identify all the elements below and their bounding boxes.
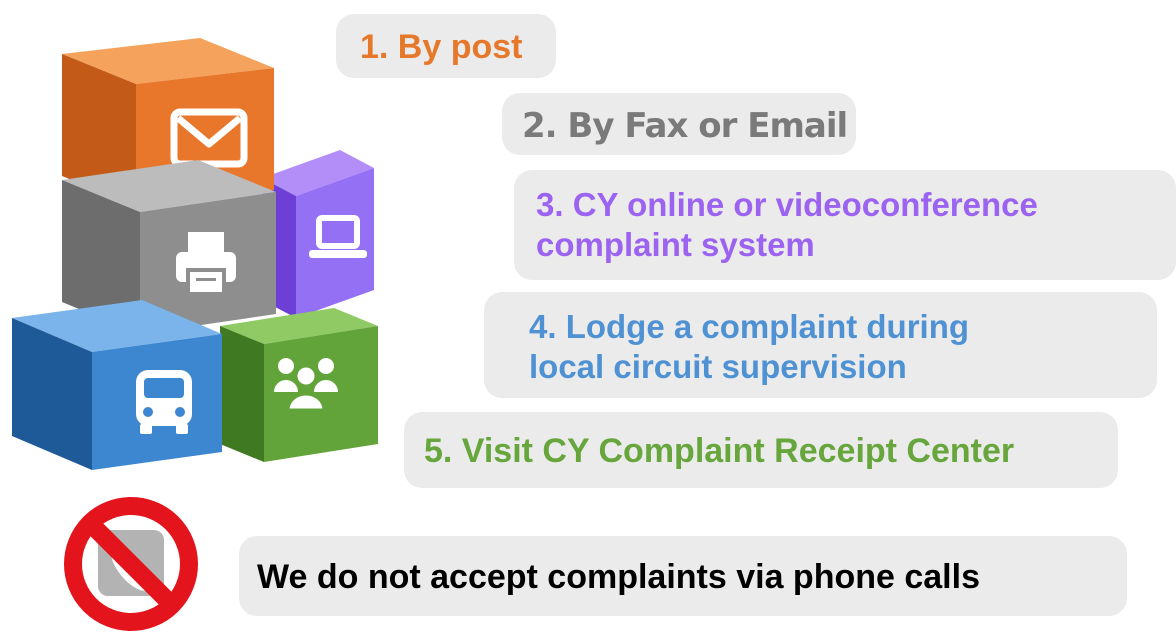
method-visit-center-label: 5. Visit CY Complaint Receipt Center [424,432,1015,470]
method-online-label-line2: complaint system [536,226,815,263]
method-online-videoconference: 3. CY online or videoconference complain… [514,170,1176,280]
bus-icon [136,370,192,434]
method-circuit-label-line2: local circuit supervision [529,348,907,385]
method-fax-email: 2. By Fax or Email [502,93,856,155]
method-circuit-supervision: 4. Lodge a complaint during local circui… [484,292,1157,398]
no-phone-icon [64,497,198,631]
method-by-post: 1. By post [336,14,556,78]
no-phone-notice: We do not accept complaints via phone ca… [239,536,1127,616]
method-by-post-label: 1. By post [360,28,523,66]
method-online-label-line1: 3. CY online or videoconference [536,186,1038,223]
no-phone-notice-label: We do not accept complaints via phone ca… [257,558,980,596]
method-fax-email-label: 2. By Fax or Email [522,106,848,146]
method-circuit-label-line1: 4. Lodge a complaint during [529,308,970,345]
method-visit-center: 5. Visit CY Complaint Receipt Center [404,412,1118,488]
